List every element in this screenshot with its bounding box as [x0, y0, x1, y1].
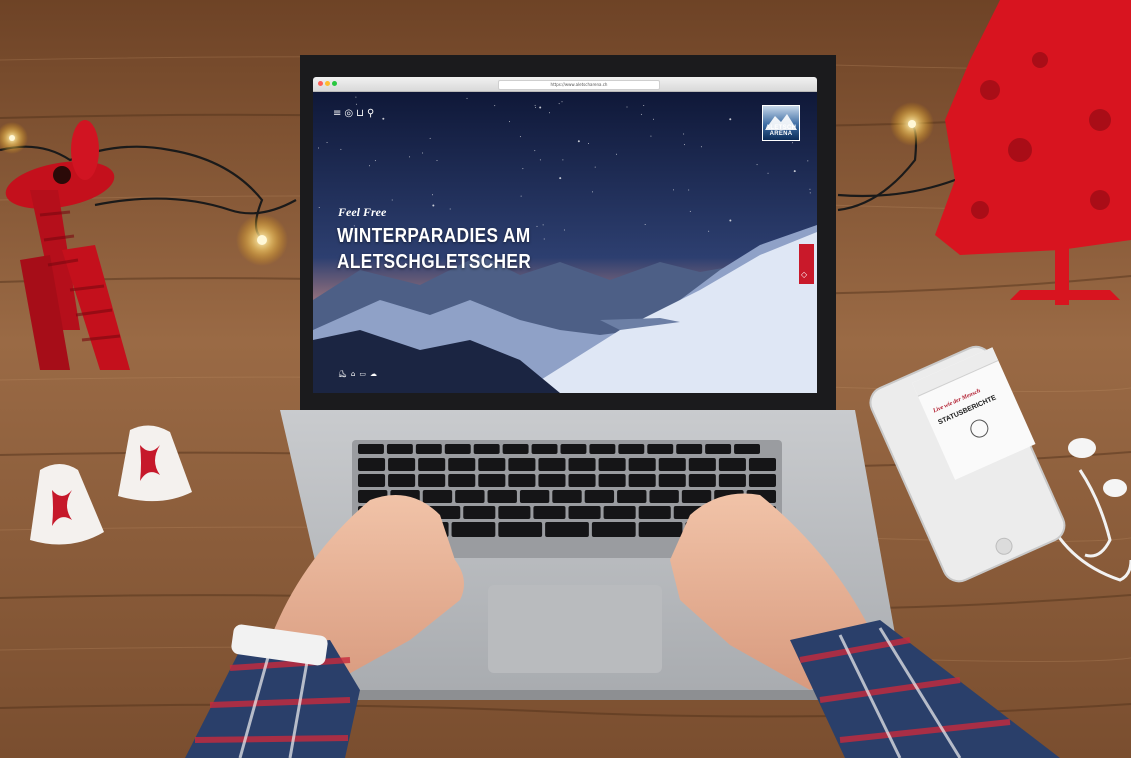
keyboard-key	[498, 506, 531, 519]
keyboard-key	[617, 490, 647, 503]
minimize-window-icon[interactable]	[325, 81, 330, 86]
browser-toolbar: https://www.aletscharena.ch	[313, 77, 817, 92]
keyboard-key	[358, 474, 386, 487]
keyboard-key	[603, 506, 636, 519]
keyboard-key	[451, 522, 496, 537]
browser-url-field[interactable]: https://www.aletscharena.ch	[498, 80, 660, 90]
keyboard-key	[538, 474, 566, 487]
keyboard-key	[681, 490, 712, 503]
keyboard-key	[658, 474, 686, 487]
hero-headline-line-2: ALETSCHGLETSCHER	[337, 251, 532, 273]
keyboard-key	[568, 506, 601, 519]
keyboard-key	[358, 458, 386, 471]
keyboard-key	[448, 458, 476, 471]
user-icon[interactable]: ◎	[344, 108, 356, 119]
hero-headline: WINTERPARADIES AM ALETSCHGLETSCHER	[337, 223, 595, 275]
keyboard-key	[444, 444, 471, 454]
keyboard-key	[568, 474, 596, 487]
keyboard-key	[598, 458, 626, 471]
keyboard-key	[748, 474, 776, 487]
keyboard-key	[487, 490, 517, 503]
close-window-icon[interactable]	[318, 81, 323, 86]
keyboard-key	[455, 490, 485, 503]
keyboard-key	[386, 444, 413, 454]
keyboard-key	[705, 444, 732, 454]
keyboard-key	[628, 474, 656, 487]
keyboard-key	[463, 506, 496, 519]
keyboard-key	[358, 444, 384, 454]
site-logo[interactable]: ALETSCH ARENA	[762, 105, 800, 141]
keyboard-key	[545, 522, 589, 537]
hero-bottom-icons: ⛸⌂▭☁	[338, 370, 381, 378]
keyboard-key	[478, 474, 506, 487]
maximize-window-icon[interactable]	[332, 81, 337, 86]
cart-icon[interactable]: ⊔	[356, 108, 367, 119]
status-icon	[967, 416, 992, 441]
laptop-screen-ui: https://www.aletscharena.ch ≡◎⊔⚲ ALETSCH…	[313, 77, 817, 393]
keyboard-key	[628, 458, 656, 471]
tag-icon: ◇	[801, 270, 808, 279]
keyboard-key	[418, 458, 446, 471]
earbud	[1103, 479, 1127, 497]
keyboard-key	[718, 458, 746, 471]
keyboard-key	[552, 490, 582, 503]
keyboard-key	[618, 444, 645, 454]
keyboard-key	[531, 444, 558, 454]
menu-icon[interactable]: ≡	[333, 108, 344, 119]
keyboard-key	[688, 474, 716, 487]
hero-headline-line-1: WINTERPARADIES AM	[337, 225, 531, 247]
keyboard-key	[688, 458, 716, 471]
lift-icon[interactable]: ⛸	[338, 370, 351, 378]
keyboard-key	[584, 490, 615, 503]
keyboard-key	[388, 474, 416, 487]
search-icon[interactable]: ⚲	[367, 108, 377, 119]
keyboard-key	[638, 522, 683, 537]
keyboard-key	[473, 444, 500, 454]
keyboard-key	[498, 522, 543, 537]
keyboard-key	[508, 474, 536, 487]
keyboard-key	[658, 458, 686, 471]
logo-text: ALETSCH ARENA	[765, 125, 797, 137]
keyboard-key	[676, 444, 703, 454]
keyboard-key	[418, 474, 446, 487]
keyboard-key	[734, 444, 760, 454]
keyboard-key	[748, 458, 776, 471]
keyboard-key	[533, 506, 566, 519]
keyboard-key	[388, 458, 416, 471]
keyboard-key	[589, 444, 616, 454]
keyboard-key	[519, 490, 550, 503]
keyboard-key	[591, 522, 636, 537]
photo-scene: https://www.aletscharena.ch ≡◎⊔⚲ ALETSCH…	[0, 0, 1131, 758]
keyboard-key	[568, 458, 596, 471]
keyboard-key	[415, 444, 442, 454]
keyboard-key	[478, 458, 506, 471]
keyboard-key	[718, 474, 746, 487]
site-nav-icons: ≡◎⊔⚲	[333, 108, 377, 119]
camera-icon[interactable]: ▭	[359, 370, 370, 378]
keyboard-key	[508, 458, 536, 471]
keyboard-key	[638, 506, 671, 519]
side-offer-tab[interactable]: ◇	[799, 244, 814, 284]
weather-icon[interactable]: ☁	[370, 370, 381, 378]
keyboard-key	[647, 444, 674, 454]
keyboard-key	[502, 444, 529, 454]
keyboard-key	[538, 458, 566, 471]
keyboard-key	[448, 474, 476, 487]
keyboard-key	[598, 474, 626, 487]
keyboard-key	[422, 490, 453, 503]
website-hero: ≡◎⊔⚲ ALETSCH ARENA Feel Free WINTERPARAD…	[313, 92, 817, 393]
keyboard-key	[560, 444, 587, 454]
earbud	[1068, 438, 1096, 458]
keyboard-key	[649, 490, 679, 503]
hero-tagline: Feel Free	[338, 205, 387, 219]
